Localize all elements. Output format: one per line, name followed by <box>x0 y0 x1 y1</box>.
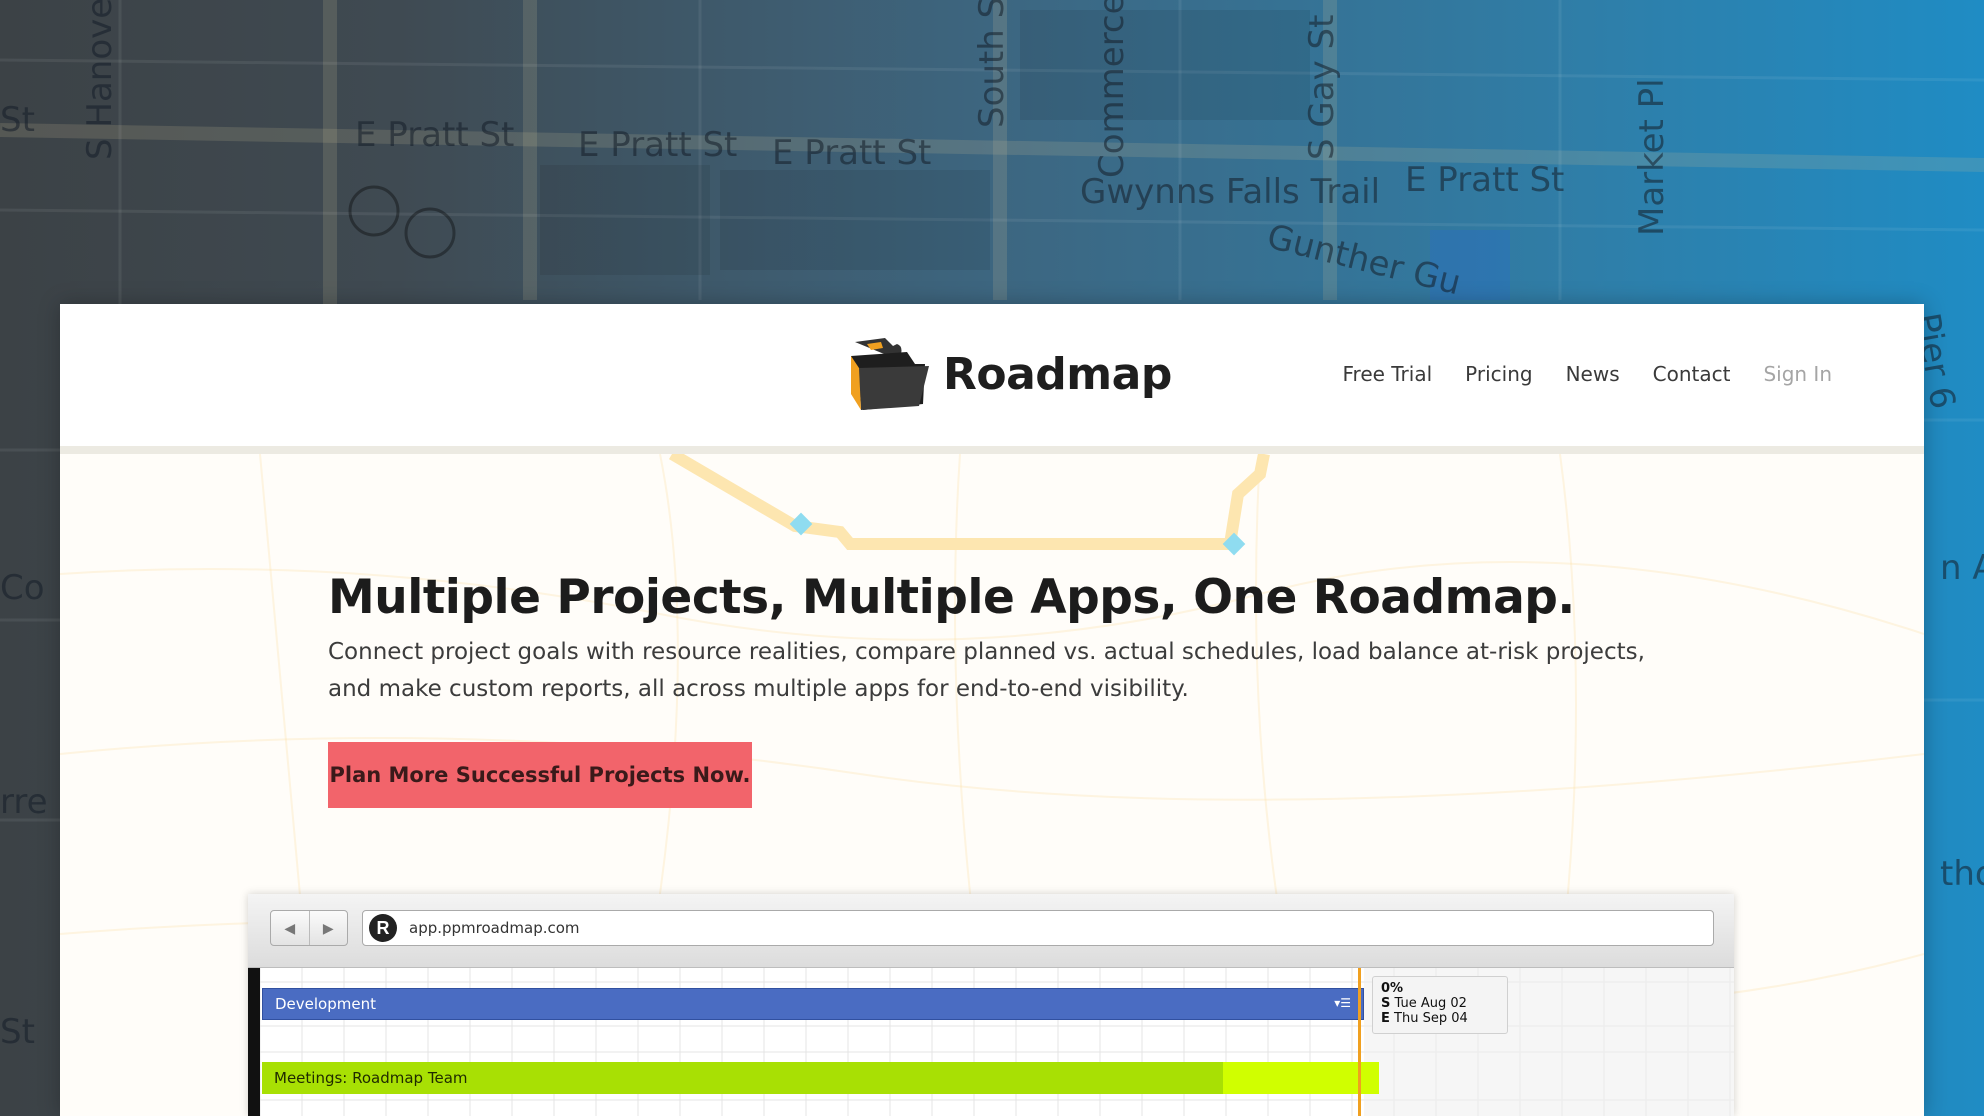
folder-logo-icon <box>845 334 935 414</box>
street-label: Co <box>0 568 45 608</box>
street-label: S Hanove <box>80 0 120 160</box>
gantt-chart: Development ▾☰ Meetings: Roadmap Team 0%… <box>248 968 1734 1116</box>
street-label: St <box>0 1012 35 1052</box>
bar-label: Development <box>275 995 376 1013</box>
nav-pricing[interactable]: Pricing <box>1465 362 1532 386</box>
street-label: tho <box>1940 854 1984 894</box>
hero-subtext: Connect project goals with resource real… <box>328 639 1645 702</box>
tooltip-end-date: Thu Sep 04 <box>1394 1011 1468 1026</box>
website-card: Roadmap Free Trial Pricing News Contact … <box>60 304 1924 1116</box>
browser-nav-buttons: ◀ ▶ <box>270 910 348 946</box>
bar-menu-icon[interactable]: ▾☰ <box>1334 996 1351 1010</box>
street-label: rre <box>0 782 48 822</box>
site-header: Roadmap Free Trial Pricing News Contact … <box>60 304 1924 446</box>
url-text: app.ppmroadmap.com <box>409 919 580 937</box>
browser-toolbar: ◀ ▶ R app.ppmroadmap.com <box>248 894 1734 968</box>
cta-button[interactable]: Plan More Successful Projects Now. <box>328 742 752 808</box>
tooltip-start-key: S <box>1381 996 1391 1011</box>
street-label: E Pratt St <box>578 125 738 165</box>
street-label: E Pratt St <box>772 133 932 173</box>
street-label: Market Pl <box>1632 78 1672 236</box>
street-label: Gwynns Falls Trail <box>1080 172 1381 212</box>
street-label: E Pratt St <box>1405 160 1565 200</box>
street-label: S Gay St <box>1302 14 1342 160</box>
logo[interactable]: Roadmap <box>845 334 1172 414</box>
today-marker <box>1358 968 1361 1116</box>
forward-arrow-icon[interactable]: ▶ <box>310 911 348 945</box>
date-tooltip: 0% S Tue Aug 02 E Thu Sep 04 <box>1372 976 1508 1034</box>
gantt-bar-development[interactable]: Development ▾☰ <box>262 988 1364 1020</box>
nav-sign-in[interactable]: Sign In <box>1763 362 1832 386</box>
address-bar[interactable]: R app.ppmroadmap.com <box>362 910 1714 946</box>
bar-extension <box>1223 1062 1379 1094</box>
street-label: South St <box>972 0 1012 128</box>
nav-free-trial[interactable]: Free Trial <box>1342 362 1432 386</box>
street-label: E Pratt St <box>355 115 515 155</box>
app-screenshot: ◀ ▶ R app.ppmroadmap.com Development ▾☰ … <box>248 894 1734 1116</box>
site-favicon-icon: R <box>369 914 397 942</box>
gantt-left-edge <box>248 968 260 1116</box>
main-nav: Free Trial Pricing News Contact Sign In <box>1342 362 1832 386</box>
tooltip-end-key: E <box>1381 1011 1390 1026</box>
tooltip-percent: 0% <box>1381 981 1404 996</box>
street-label: Commerce <box>1092 0 1132 178</box>
bar-label: Meetings: Roadmap Team <box>274 1069 468 1087</box>
header-divider <box>60 446 1924 454</box>
nav-news[interactable]: News <box>1566 362 1620 386</box>
page-title: Multiple Projects, Multiple Apps, One Ro… <box>328 570 1575 625</box>
nav-contact[interactable]: Contact <box>1653 362 1731 386</box>
street-label: St <box>0 100 35 140</box>
street-label: n Av <box>1940 548 1984 588</box>
gantt-bar-meetings[interactable]: Meetings: Roadmap Team <box>262 1062 1379 1094</box>
back-arrow-icon[interactable]: ◀ <box>271 911 310 945</box>
tooltip-start-date: Tue Aug 02 <box>1394 996 1467 1011</box>
brand-name: Roadmap <box>943 348 1172 400</box>
